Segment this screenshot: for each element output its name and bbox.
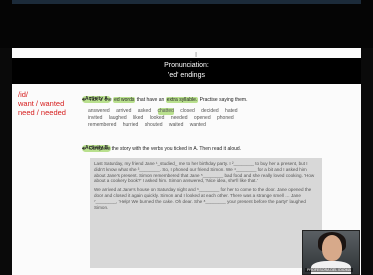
top-band [12,0,361,4]
word-item-highlighted[interactable]: chatted [157,108,174,115]
note-line: want / wanted [18,99,65,108]
webcam-thumbnail[interactable]: PROFESORA DEL IDIOMA [302,230,360,275]
story-paragraph: We arrived at Jane's house on Saturday n… [94,187,312,210]
word-item[interactable]: decided [201,108,219,115]
word-row: answered arrived asked chatted closed de… [88,108,288,115]
word-item[interactable]: arrived [116,108,131,115]
left-margin [0,48,12,275]
word-item[interactable]: liked [133,115,143,122]
word-item[interactable]: waited [169,122,183,129]
speaker-icon: 🔊︎ [82,146,86,152]
word-item[interactable]: closed [180,108,194,115]
top-bar [0,0,373,48]
right-margin [361,48,373,275]
slide-subtitle: 'ed' endings [168,72,205,79]
word-item[interactable]: shouted [145,122,163,129]
slide-title: Pronunciation: [164,62,209,69]
activity-a-instruction: 🔊︎ Tick ✓ the ed words that have an extr… [82,97,248,103]
slide-title-bar: Pronunciation: 'ed' endings [12,58,361,84]
word-item[interactable]: invited [88,115,102,122]
word-row: remembered hurried shouted waited wanted [88,122,288,129]
webcam-name-tag: PROFESORA DEL IDIOMA [305,268,353,272]
word-item[interactable]: opened [194,115,211,122]
word-item[interactable]: looked [150,115,165,122]
story-box: Last Saturday, my friend Jane ¹_studied_… [90,158,322,268]
speaker-icon: 🔊︎ [82,97,86,103]
word-item[interactable]: wanted [190,122,206,129]
word-item[interactable]: laughed [109,115,127,122]
word-item[interactable]: remembered [88,122,116,129]
word-item[interactable]: phoned [217,115,234,122]
word-item[interactable]: hurried [123,122,139,129]
person-face [322,235,342,261]
word-item[interactable]: needed [171,115,188,122]
story-paragraph: Last Saturday, my friend Jane ¹_studied_… [94,161,315,184]
handwritten-notes: /id/ want / wanted need / needed [18,90,66,117]
word-item[interactable]: asked [138,108,151,115]
note-line: need / needed [18,108,66,117]
note-line: /id/ [18,90,29,99]
word-row: invited laughed liked looked needed open… [88,115,288,122]
word-item[interactable]: hated [225,108,238,115]
word-item[interactable]: answered [88,108,110,115]
activity-b-instruction: 🔊︎ Complete the story with the verbs you… [82,146,242,152]
word-bank: answered arrived asked chatted closed de… [88,108,288,129]
